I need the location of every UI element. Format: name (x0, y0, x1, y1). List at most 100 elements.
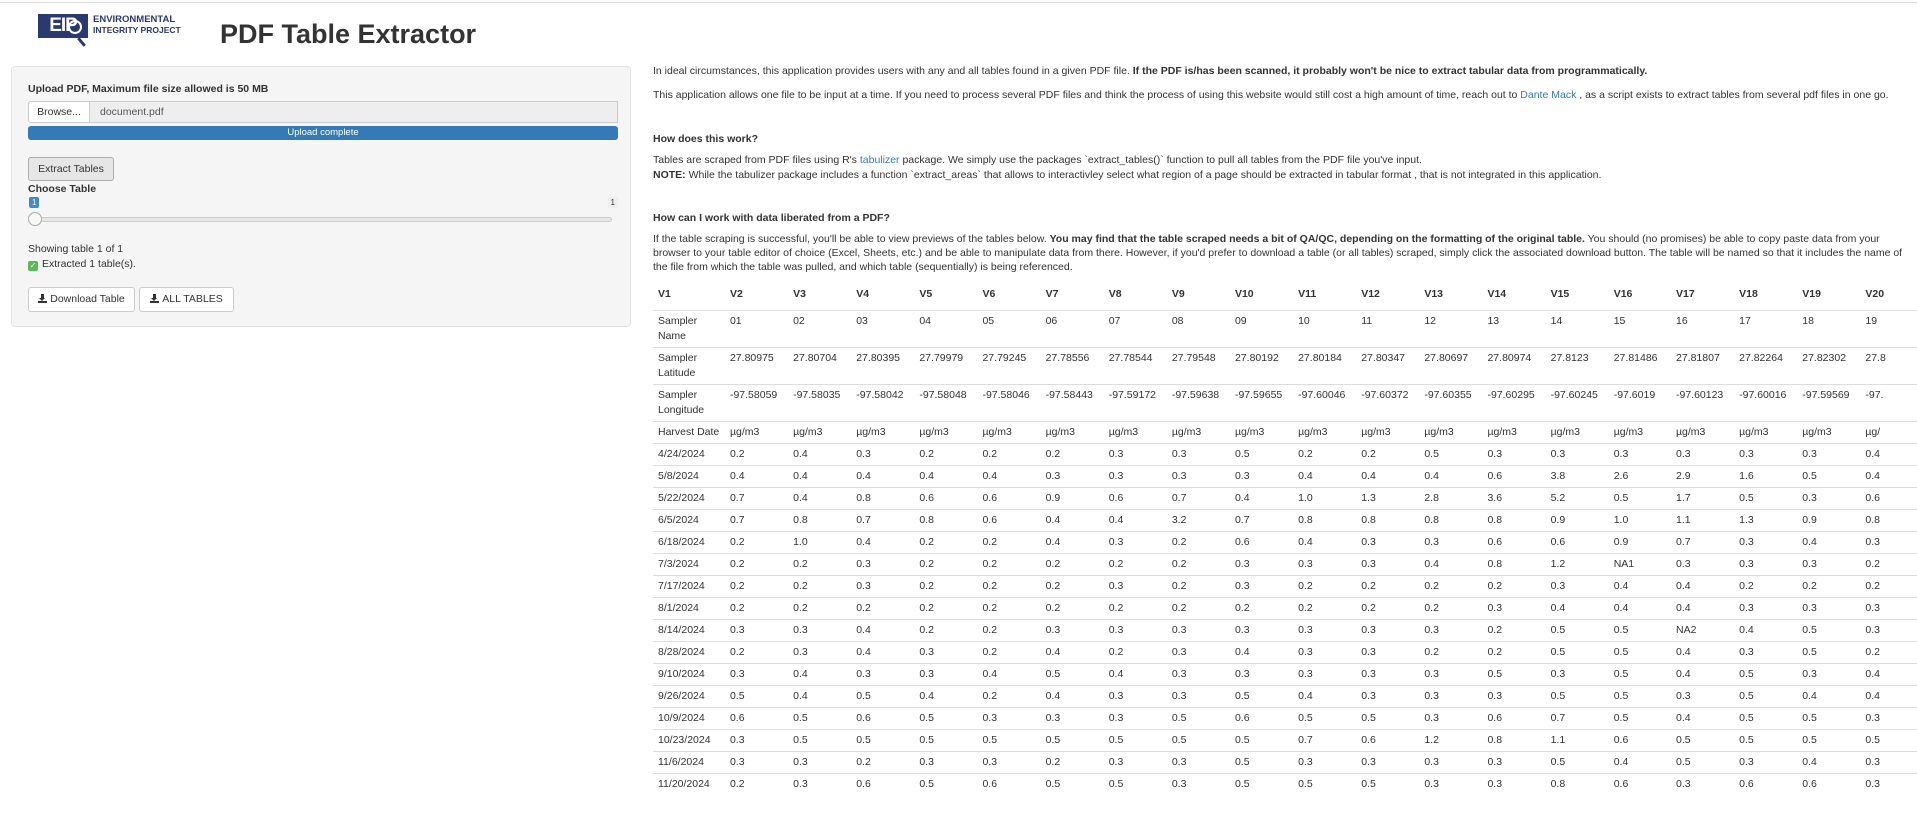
table-cell: 0.4 (1608, 751, 1671, 774)
table-cell: 3.8 (1545, 465, 1609, 488)
table-cell: 0.5 (1545, 641, 1609, 664)
column-header: V9 (1171, 288, 1185, 300)
row-label-cell: Sampler Longitude (653, 384, 725, 422)
table-cell: 0.3 (1040, 619, 1104, 642)
table-cell: 0.5 (1229, 729, 1294, 752)
table-cell: 27.8 (1860, 347, 1917, 385)
extracted-status: ✓ Extracted 1 table(s). (28, 258, 136, 271)
table-cell: 1.0 (788, 531, 852, 554)
table-cell: 0.2 (914, 597, 978, 620)
table-cell: 0.2 (851, 597, 915, 620)
table-cell: 0.3 (1293, 663, 1357, 686)
table-cell: -97.60123 (1670, 384, 1735, 422)
table-cell: 0.3 (1166, 663, 1230, 686)
choose-table-label: Choose Table (28, 183, 97, 195)
table-cell: 2.8 (1419, 487, 1483, 510)
column-header: V10 (1234, 288, 1254, 300)
table-cell: 0.7 (1545, 707, 1609, 730)
table-cell: 0.3 (1797, 487, 1861, 510)
table-cell: 1.3 (1356, 487, 1420, 510)
browse-button[interactable]: Browse... (28, 101, 90, 123)
note-text: While the tabulizer package includes a f… (685, 169, 1602, 181)
download-table-button[interactable]: Download Table (28, 287, 135, 312)
table-cell: 0.3 (788, 641, 852, 664)
table-cell: 0.3 (1166, 443, 1230, 466)
row-label-cell: 8/1/2024 (653, 597, 725, 620)
table-cell: 0.5 (1229, 443, 1294, 466)
table-row: 10/23/2024 0.3 0.5 0.5 0.5 0.5 0.5 0.5 0.5 0.5 0.7… (653, 729, 1917, 752)
download-table-label: Download Table (50, 293, 125, 305)
table-cell: 0.3 (1419, 663, 1483, 686)
dante-mack-link[interactable]: Dante Mack (1520, 89, 1576, 101)
table-cell: 0.4 (1797, 685, 1861, 708)
table-cell: 0.3 (1419, 773, 1483, 795)
table-cell: 0.3 (1797, 663, 1861, 686)
table-cell: 0.3 (1356, 663, 1420, 686)
tabulizer-link[interactable]: tabulizer (860, 154, 900, 166)
slider-track[interactable] (34, 217, 612, 222)
table-cell: 0.4 (977, 663, 1041, 686)
table-cell: 0.2 (914, 553, 978, 576)
table-cell: 11 (1356, 310, 1420, 348)
table-cell: 0.5 (1293, 707, 1357, 730)
table-row: 10/9/2024 0.6 0.5 0.6 0.5 0.3 0.3 0.3 0.5 0.6 0.5 0… (653, 707, 1917, 730)
table-slider[interactable]: 1 1 (28, 197, 618, 233)
table-cell: 0.2 (788, 597, 852, 620)
table-cell: 0.5 (1734, 685, 1798, 708)
table-cell: 0.5 (1545, 751, 1609, 774)
file-name-field[interactable]: document.pdf (90, 101, 618, 123)
table-cell: 0.3 (1229, 465, 1294, 488)
table-cell: 0.3 (724, 619, 789, 642)
table-cell: 27.78544 (1103, 347, 1167, 385)
table-cell: 02 (788, 310, 852, 348)
column-header: V18 (1739, 288, 1758, 300)
table-cell: 0.4 (851, 531, 915, 554)
table-cell: 0.3 (724, 729, 789, 752)
row-label-cell: 10/9/2024 (653, 707, 725, 730)
table-cell: 1.1 (1545, 729, 1609, 752)
table-cell: 0.5 (1103, 773, 1167, 795)
row-label-cell: 7/17/2024 (653, 575, 725, 598)
table-cell: 0.3 (1103, 443, 1167, 466)
table-cell: 0.2 (1293, 575, 1357, 598)
intro2-text-end: , as a script exists to extract tables f… (1576, 89, 1889, 101)
table-cell: 0.3 (788, 773, 852, 795)
table-cell: 0.6 (1608, 773, 1671, 795)
showing-text: Showing table 1 of 1 (28, 243, 124, 255)
table-cell: 0.2 (914, 443, 978, 466)
table-cell: µg/ (1860, 421, 1917, 444)
table-cell: 0.3 (724, 751, 789, 774)
extract-tables-button[interactable]: Extract Tables (28, 157, 114, 181)
table-cell: 0.2 (1482, 575, 1546, 598)
column-header: V16 (1613, 288, 1633, 300)
table-cell: µg/m3 (1608, 421, 1671, 444)
slider-min-label: 1 (29, 197, 40, 208)
magnifier-icon (68, 20, 82, 34)
table-cell: 0.3 (1482, 751, 1546, 774)
table-cell: 0.4 (788, 465, 852, 488)
table-cell: 0.3 (1482, 773, 1546, 795)
table-cell: 0.2 (977, 553, 1041, 576)
column-header: V6 (982, 288, 996, 300)
table-cell: 0.4 (1040, 531, 1104, 554)
table-cell: 27.82264 (1734, 347, 1798, 385)
table-cell: 0.7 (851, 509, 915, 532)
row-label-cell: Sampler Latitude (653, 347, 725, 385)
table-cell: 0.2 (724, 443, 789, 466)
table-cell: 27.79979 (914, 347, 978, 385)
table-cell: µg/m3 (1734, 421, 1798, 444)
table-cell: 0.5 (1482, 663, 1546, 686)
table-cell: 0.3 (1734, 531, 1798, 554)
table-cell: 0.5 (1040, 729, 1104, 752)
table-cell: 0.2 (977, 641, 1041, 664)
table-cell: 27.80184 (1293, 347, 1357, 385)
table-cell: 0.3 (724, 663, 789, 686)
table-cell: µg/m3 (1166, 421, 1230, 444)
table-cell: 0.4 (977, 465, 1041, 488)
download-all-tables-button[interactable]: ALL TABLES (139, 287, 234, 312)
table-cell: 12 (1419, 310, 1483, 348)
table-cell: 0.2 (724, 597, 789, 620)
upload-progress-bar: Upload complete (28, 126, 618, 140)
slider-handle[interactable] (28, 212, 42, 226)
table-cell: 0.3 (1860, 773, 1917, 795)
